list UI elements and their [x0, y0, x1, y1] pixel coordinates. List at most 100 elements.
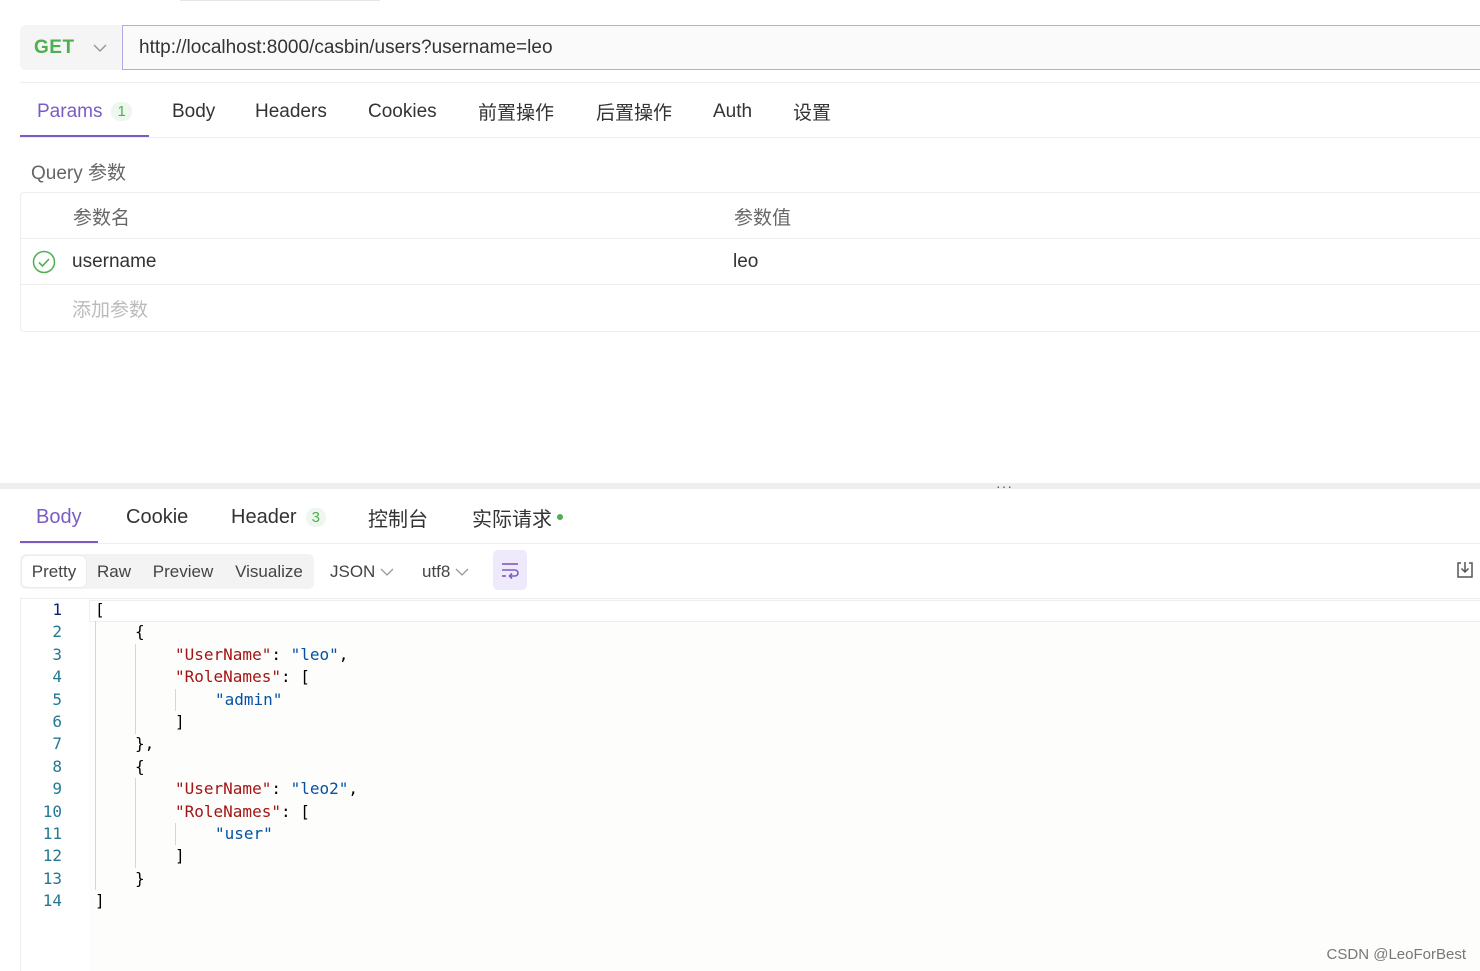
tab-response-header[interactable]: Header 3	[231, 490, 326, 544]
line-number: 3	[52, 645, 62, 664]
line-number: 8	[52, 757, 62, 776]
code-line: [	[95, 600, 105, 619]
add-param-row: 添加参数	[21, 285, 1480, 331]
params-table: 参数名 参数值 username leo 添加参数	[20, 192, 1480, 332]
tab-cookies[interactable]: Cookies	[368, 85, 437, 138]
tab-label: Header	[231, 505, 297, 528]
line-number: 7	[52, 734, 62, 753]
query-params-label: Query 参数	[31, 163, 127, 184]
code-line: "user"	[215, 823, 273, 845]
column-header-name: 参数名	[73, 207, 131, 229]
code-line: "UserName": "leo",	[175, 644, 348, 666]
response-tabs: Body Cookie Header 3 控制台 实际请求	[20, 490, 1480, 544]
view-raw-button[interactable]: Raw	[90, 556, 138, 587]
tab-label: Headers	[255, 100, 327, 122]
tab-label: 前置操作	[478, 103, 555, 124]
tab-label: 设置	[793, 103, 832, 124]
json-punct: : [	[280, 667, 310, 686]
line-number: 2	[52, 622, 62, 641]
download-icon[interactable]	[1455, 560, 1475, 580]
json-punct: :	[271, 645, 291, 664]
json-key: "RoleNames"	[175, 802, 281, 821]
tab-label: 控制台	[368, 508, 428, 531]
line-number: 11	[42, 824, 62, 843]
top-tab-edge	[180, 0, 380, 3]
code-line: "UserName": "leo2",	[175, 778, 358, 800]
line-number: 1	[52, 600, 62, 619]
tab-label: Cookie	[126, 505, 189, 528]
indent-guide	[135, 778, 136, 868]
tab-settings[interactable]: 设置	[793, 85, 831, 138]
view-visualize-button[interactable]: Visualize	[228, 556, 310, 587]
chevron-down-icon	[455, 568, 469, 576]
chevron-down-icon	[380, 568, 394, 576]
tab-label: Auth	[713, 100, 753, 122]
json-string: "leo2"	[290, 779, 349, 798]
line-number: 5	[52, 690, 62, 709]
request-url-bar: GET http://localhost:8000/casbin/users?u…	[20, 25, 1480, 70]
code-line: ]	[175, 846, 185, 865]
line-number: 9	[52, 779, 62, 798]
word-wrap-button[interactable]	[493, 550, 527, 590]
url-input[interactable]: http://localhost:8000/casbin/users?usern…	[122, 25, 1480, 70]
code-line: "RoleNames": [	[175, 666, 310, 688]
json-punct: ,	[338, 645, 349, 664]
format-select[interactable]: JSON	[330, 554, 394, 589]
header-count-badge: 3	[305, 507, 326, 527]
method-label: GET	[34, 36, 75, 58]
format-label: JSON	[330, 561, 376, 581]
tab-label: Params	[37, 100, 103, 122]
tab-label: 实际请求	[472, 508, 552, 531]
indent-guide	[175, 689, 176, 711]
tab-post-request[interactable]: 后置操作	[596, 85, 672, 138]
request-tabs: Params 1 Body Headers Cookies 前置操作 后置操作 …	[20, 85, 1480, 138]
tab-auth[interactable]: Auth	[713, 85, 752, 138]
code-line: ]	[95, 891, 105, 910]
line-number: 13	[42, 869, 62, 888]
params-count-badge: 1	[111, 102, 132, 121]
check-circle-icon[interactable]	[32, 250, 56, 274]
tab-response-cookie[interactable]: Cookie	[126, 490, 188, 544]
url-text: http://localhost:8000/casbin/users?usern…	[139, 36, 553, 58]
table-row: username leo	[21, 239, 1480, 285]
status-dot-icon	[557, 514, 563, 520]
active-tab-indicator	[20, 135, 149, 137]
tab-body[interactable]: Body	[172, 85, 215, 138]
response-body-editor[interactable]: 1 2 3 4 5 6 7 8 9 10 11 12 13 14 [ { "Us…	[20, 598, 1480, 971]
add-param-input[interactable]: 添加参数	[72, 285, 148, 331]
watermark: CSDN @LeoForBest	[1326, 946, 1466, 963]
tab-label: 后置操作	[596, 103, 673, 124]
tab-response-body[interactable]: Body	[36, 490, 82, 544]
code-line: }	[135, 869, 145, 888]
param-name-input[interactable]: username	[72, 239, 157, 285]
method-select[interactable]: GET	[20, 25, 122, 70]
indent-guide	[95, 621, 96, 890]
view-pretty-button[interactable]: Pretty	[22, 556, 86, 587]
table-header-row: 参数名 参数值	[21, 193, 1480, 239]
code-line: {	[135, 622, 145, 641]
param-value-input[interactable]: leo	[733, 239, 758, 285]
tab-pre-request[interactable]: 前置操作	[478, 85, 554, 138]
line-number: 10	[42, 802, 62, 821]
encoding-select[interactable]: utf8	[422, 554, 469, 589]
line-number: 14	[42, 891, 62, 910]
tab-headers[interactable]: Headers	[255, 85, 327, 138]
tab-params[interactable]: Params 1	[37, 85, 132, 138]
indent-guide	[135, 644, 136, 734]
tab-console[interactable]: 控制台	[368, 490, 428, 544]
tab-actual-request[interactable]: 实际请求	[472, 490, 563, 544]
json-punct: ,	[348, 779, 359, 798]
view-preview-button[interactable]: Preview	[146, 556, 220, 587]
json-key: "UserName"	[175, 779, 272, 798]
json-punct: : [	[280, 802, 310, 821]
json-punct: :	[271, 779, 291, 798]
line-number: 4	[52, 667, 62, 686]
pane-splitter[interactable]	[0, 483, 1480, 489]
json-string: "admin"	[215, 690, 283, 709]
column-header-value: 参数值	[734, 207, 792, 229]
current-line-highlight	[89, 600, 1480, 622]
json-string: "user"	[215, 824, 273, 843]
json-string: "leo"	[290, 645, 339, 664]
line-number: 12	[42, 846, 62, 865]
code-line: "admin"	[215, 689, 282, 711]
